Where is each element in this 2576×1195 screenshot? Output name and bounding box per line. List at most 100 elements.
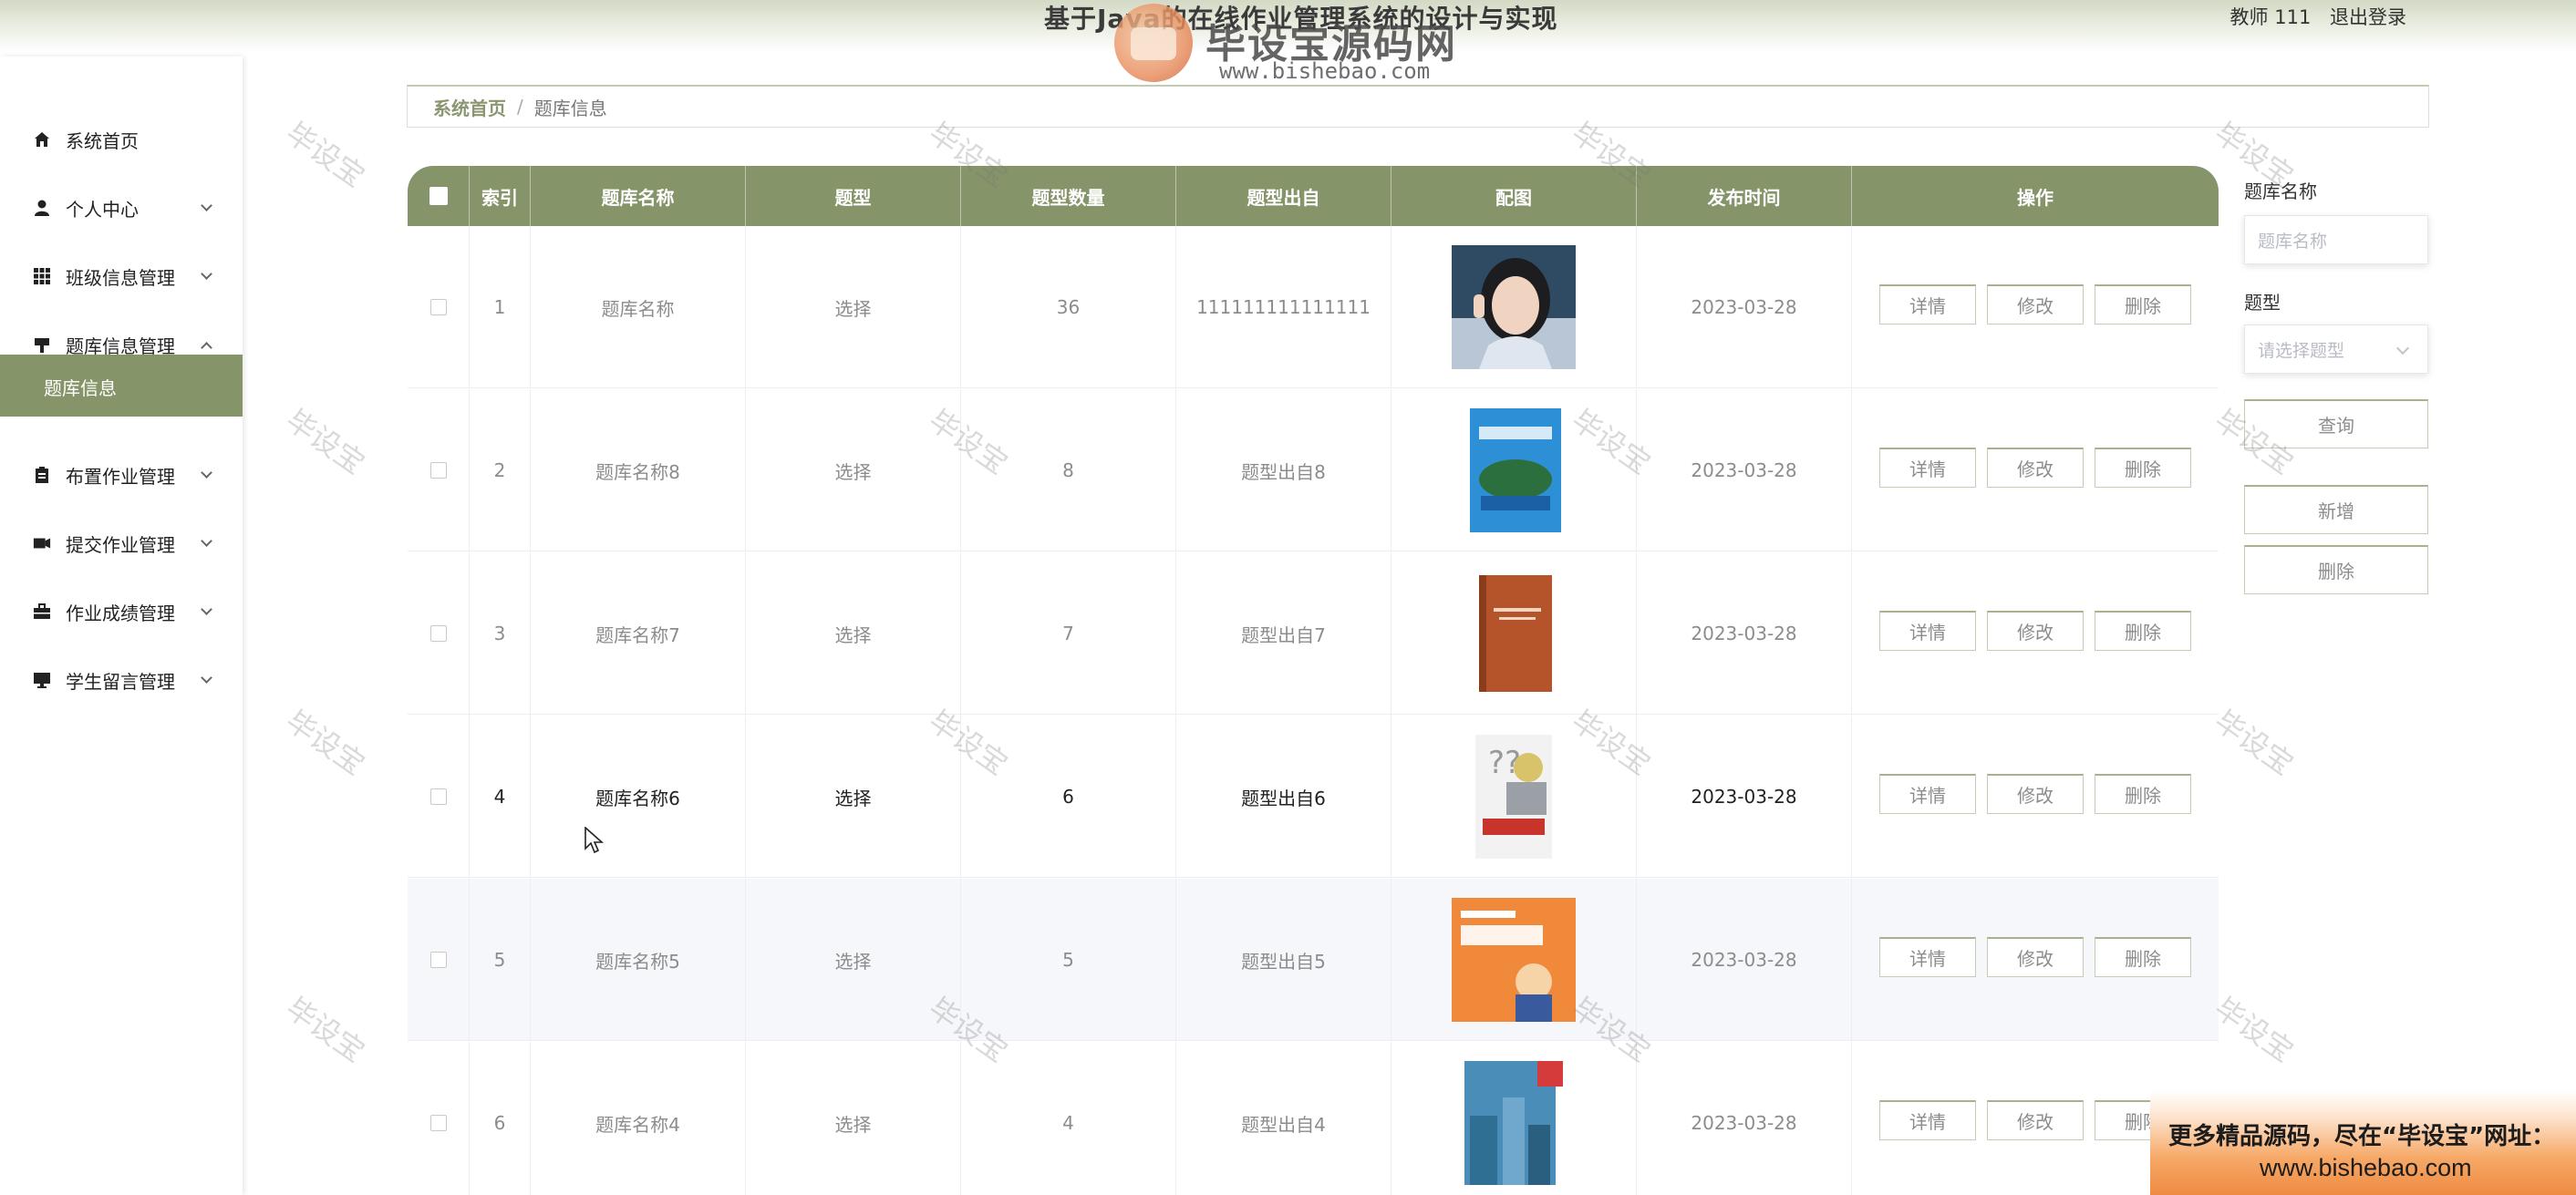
detail-button[interactable]: 详情 xyxy=(1879,448,1976,488)
row-checkbox[interactable] xyxy=(429,299,447,315)
table-cell: 题型出自4 xyxy=(1176,1042,1391,1195)
watermark-text: 毕设宝 xyxy=(279,703,372,782)
user-label: 教师 111 xyxy=(2229,6,2312,28)
delete-button[interactable]: 删除 xyxy=(2095,774,2191,814)
edit-button[interactable]: 修改 xyxy=(1987,611,2084,651)
brand-mascot-icon xyxy=(1114,4,1193,82)
row-actions: 详情 修改 删除 xyxy=(1874,774,2197,814)
row-checkbox[interactable] xyxy=(429,788,447,805)
sidebar-subitem-question-info[interactable]: 题库信息 xyxy=(0,355,243,417)
row-source: 题型出自6 xyxy=(1241,787,1326,809)
table-cell: 36 xyxy=(961,226,1176,388)
sidebar-item-submit-homework[interactable]: 提交作业管理 xyxy=(0,519,243,568)
detail-button[interactable]: 详情 xyxy=(1879,774,1976,814)
table-cell: 2023-03-28 xyxy=(1637,552,1852,715)
table-cell: 题型出自6 xyxy=(1176,716,1391,878)
brand-url: www.bishebao.com xyxy=(1219,58,1431,84)
add-button[interactable]: 新增 xyxy=(2244,485,2428,534)
row-checkbox[interactable] xyxy=(429,625,447,642)
table-cell: 选择 xyxy=(746,879,961,1041)
row-count: 4 xyxy=(1062,1112,1074,1134)
detail-button[interactable]: 详情 xyxy=(1879,284,1976,325)
grid-icon xyxy=(33,267,51,285)
table-cell: 3 xyxy=(470,552,531,715)
col-header-index: 索引 xyxy=(470,166,531,226)
table-cell: 5 xyxy=(961,879,1176,1041)
row-image xyxy=(1452,408,1576,532)
row-count: 6 xyxy=(1062,786,1074,808)
edit-button[interactable]: 修改 xyxy=(1987,774,2084,814)
sidebar-item-label: 系统首页 xyxy=(66,129,139,152)
table-cell: 5 xyxy=(470,879,531,1041)
query-button[interactable]: 查询 xyxy=(2244,399,2428,448)
monitor-icon xyxy=(33,671,51,689)
sidebar-item-label: 作业成绩管理 xyxy=(66,602,175,624)
table-row: 1 题库名称 选择 36 111111111111111 2023-03-28 详情 修改… xyxy=(408,226,2219,388)
sidebar-item-profile[interactable]: 个人中心 xyxy=(0,183,243,232)
sidebar-item-messages[interactable]: 学生留言管理 xyxy=(0,655,243,705)
row-index: 4 xyxy=(493,786,506,808)
brand-watermark-logo: 毕设宝源码网 www.bishebao.com xyxy=(1114,4,1461,86)
user-area: 教师 111 退出登录 xyxy=(2218,4,2406,31)
breadcrumb: 系统首页 / 题库信息 xyxy=(407,85,2429,128)
app-root: 基于Java的在线作业管理系统的设计与实现 教师 111 退出登录 毕设宝源码网… xyxy=(0,0,2576,1195)
ticket-icon xyxy=(33,534,51,552)
batch-delete-button[interactable]: 删除 xyxy=(2244,545,2428,594)
row-actions: 详情 修改 删除 xyxy=(1874,448,2197,488)
sidebar-item-home[interactable]: 系统首页 xyxy=(0,115,243,164)
row-actions: 详情 修改 删除 xyxy=(1874,284,2197,325)
table-row: 3 题库名称7 选择 7 题型出自7 2023-03-28 详情 修改 删除 xyxy=(408,552,2219,715)
question-bank-table: 索引 题库名称 题型 题型数量 题型出自 配图 发布时间 操作 1 题库名称 选择 3… xyxy=(408,166,2219,1195)
briefcase-icon xyxy=(33,603,51,621)
select-all-checkbox[interactable] xyxy=(429,187,448,205)
type-filter-select[interactable]: 请选择题型 xyxy=(2244,325,2428,374)
chevron-down-icon xyxy=(201,534,212,547)
sidebar-item-assign-homework[interactable]: 布置作业管理 xyxy=(0,450,243,500)
detail-button[interactable]: 详情 xyxy=(1879,937,1976,977)
row-type: 选择 xyxy=(834,460,872,483)
delete-button[interactable]: 删除 xyxy=(2095,448,2191,488)
breadcrumb-current: 题库信息 xyxy=(533,97,607,119)
detail-button[interactable]: 详情 xyxy=(1879,611,1976,651)
table-cell: 2 xyxy=(470,389,531,551)
table-row: 4 题库名称6 选择 6 题型出自6?? 2023-03-28 详情 修改 删除 xyxy=(408,716,2219,878)
row-index: 3 xyxy=(493,623,506,644)
breadcrumb-home-link[interactable]: 系统首页 xyxy=(433,94,506,120)
row-name: 题库名称4 xyxy=(595,1113,680,1136)
table-cell: 题库名称5 xyxy=(531,879,746,1041)
sidebar-item-grades[interactable]: 作业成绩管理 xyxy=(0,587,243,636)
row-name: 题库名称6 xyxy=(595,787,680,809)
col-header-actions: 操作 xyxy=(2017,186,2054,209)
chevron-down-icon xyxy=(201,466,212,479)
name-filter-input[interactable]: 题库名称 xyxy=(2244,215,2428,264)
table-cell: 选择 xyxy=(746,226,961,388)
edit-button[interactable]: 修改 xyxy=(1987,937,2084,977)
row-checkbox[interactable] xyxy=(429,462,447,479)
sidebar-item-label: 班级信息管理 xyxy=(66,266,175,289)
breadcrumb-separator: / xyxy=(517,96,523,118)
logout-link[interactable]: 退出登录 xyxy=(2330,6,2406,28)
table-cell: 8 xyxy=(961,389,1176,551)
delete-button[interactable]: 删除 xyxy=(2095,611,2191,651)
table-cell: 6 xyxy=(470,1042,531,1195)
delete-button[interactable]: 删除 xyxy=(2095,937,2191,977)
table-cell xyxy=(408,226,470,388)
row-checkbox[interactable] xyxy=(429,1115,447,1131)
table-cell: 2023-03-28 xyxy=(1637,879,1852,1041)
row-checkbox[interactable] xyxy=(429,952,447,968)
detail-button[interactable]: 详情 xyxy=(1879,1100,1976,1140)
table-header: 索引 题库名称 题型 题型数量 题型出自 配图 发布时间 操作 xyxy=(408,166,2219,226)
table-cell xyxy=(1391,552,1637,715)
col-header-type: 题型 xyxy=(746,166,961,226)
edit-button[interactable]: 修改 xyxy=(1987,448,2084,488)
table-cell: 4 xyxy=(961,1042,1176,1195)
table-cell: 详情 修改 删除 xyxy=(1852,226,2219,388)
sidebar-item-class[interactable]: 班级信息管理 xyxy=(0,252,243,301)
row-count: 36 xyxy=(1056,296,1081,318)
edit-button[interactable]: 修改 xyxy=(1987,1100,2084,1140)
edit-button[interactable]: 修改 xyxy=(1987,284,2084,325)
row-type: 选择 xyxy=(834,623,872,646)
row-source: 题型出自4 xyxy=(1241,1113,1326,1136)
delete-button[interactable]: 删除 xyxy=(2095,284,2191,325)
table-cell: 111111111111111 xyxy=(1176,226,1391,388)
